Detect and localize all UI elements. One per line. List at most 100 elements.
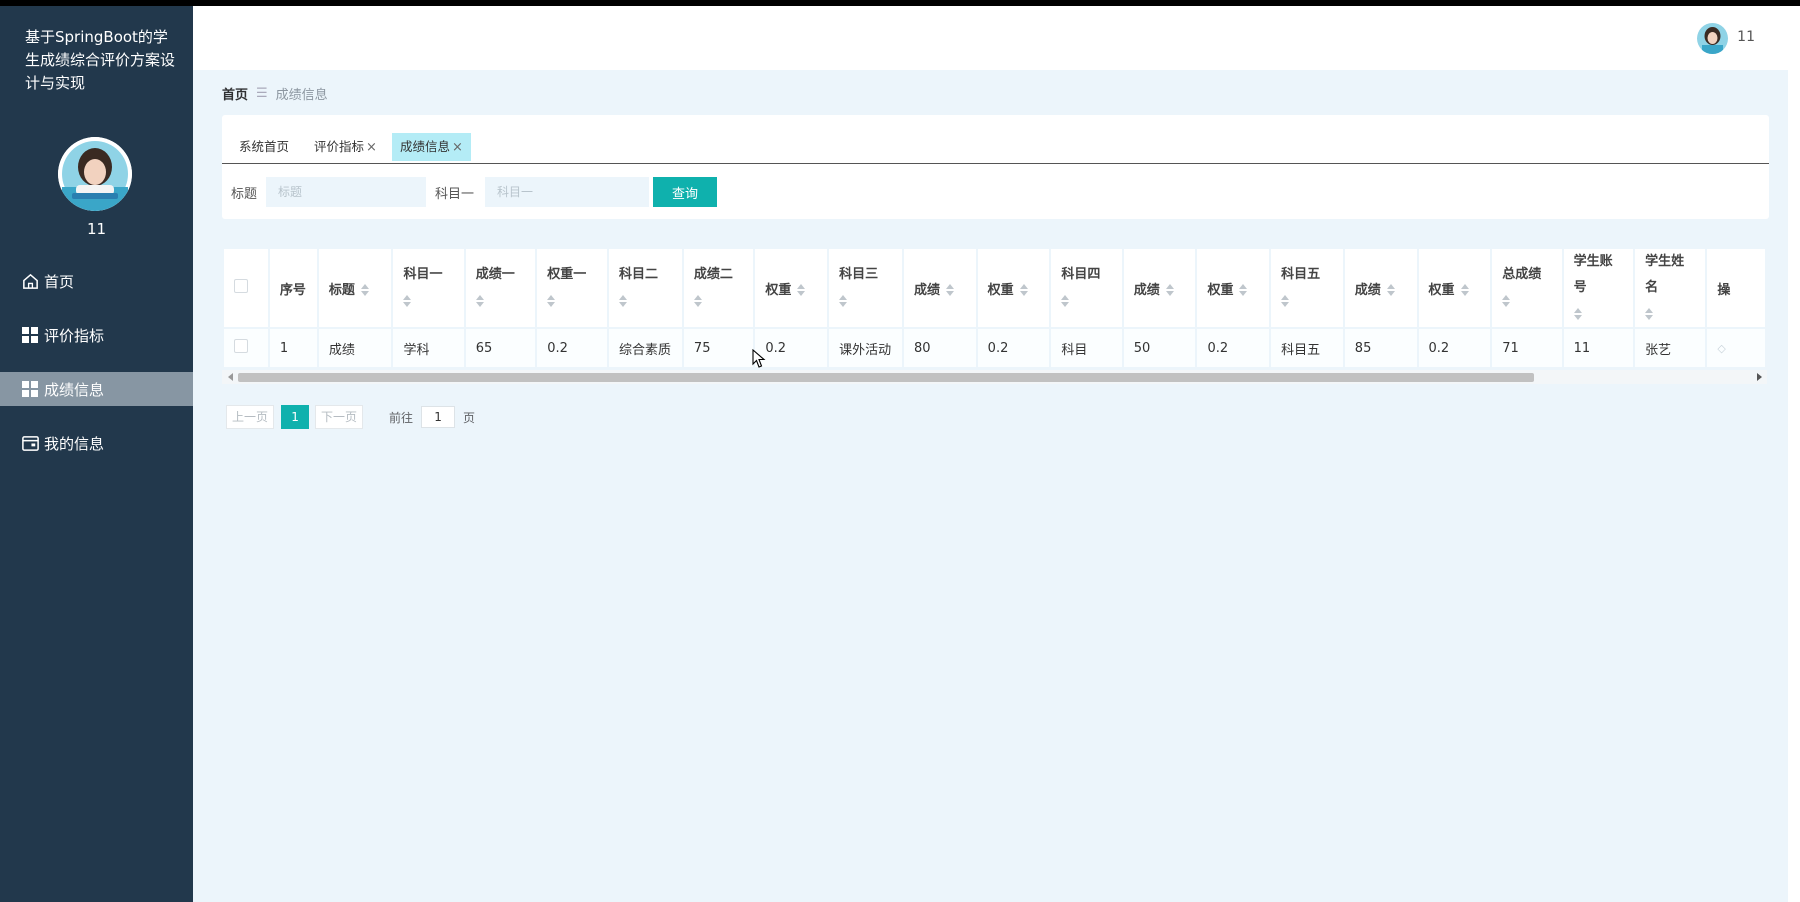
- column-header-label: 权重: [987, 282, 1014, 298]
- column-header[interactable]: 成绩: [1123, 249, 1196, 327]
- scroll-left-icon[interactable]: [228, 373, 233, 381]
- sort-icon[interactable]: [1281, 294, 1290, 307]
- sidebar-item-label: 评价指标: [44, 326, 105, 345]
- column-header[interactable]: 总成绩: [1492, 249, 1562, 327]
- sort-icon[interactable]: [1061, 294, 1070, 307]
- sort-icon[interactable]: [619, 294, 628, 307]
- column-header[interactable]: 权重: [1418, 249, 1491, 327]
- tab-system-home[interactable]: 系统首页: [231, 133, 297, 161]
- scrollbar-thumb[interactable]: [238, 373, 1534, 382]
- column-header-label: 权重: [1207, 282, 1234, 298]
- subject1-input[interactable]: [485, 177, 649, 207]
- scroll-right-icon[interactable]: [1757, 373, 1762, 381]
- sort-icon[interactable]: [1573, 307, 1582, 320]
- title-input[interactable]: [266, 177, 426, 207]
- grades-table: 序号 标题 科目一 成绩一 权重一 科目二 成绩二 权重 科目三 成绩 权重 科…: [222, 249, 1767, 367]
- table-cell: 85: [1344, 327, 1417, 367]
- column-header-label: 学生账号: [1573, 254, 1613, 295]
- column-header[interactable]: 成绩: [1344, 249, 1417, 327]
- sort-icon[interactable]: [797, 284, 806, 296]
- column-header-label: 科目一: [403, 267, 443, 282]
- table-cell: 课外活动: [829, 327, 902, 367]
- search-row: 标题 科目一 查询: [222, 177, 1769, 207]
- breadcrumb-home[interactable]: 首页: [222, 84, 248, 103]
- sidebar-item-evaluation[interactable]: 评价指标: [0, 318, 193, 352]
- column-header[interactable]: 成绩一: [465, 249, 536, 327]
- action-icon[interactable]: ◇: [1717, 342, 1725, 355]
- table-cell: 80: [903, 327, 976, 367]
- tab-grades[interactable]: 成绩信息 ×: [392, 133, 471, 161]
- next-page-button[interactable]: 下一页: [315, 405, 364, 429]
- close-icon[interactable]: ×: [452, 140, 463, 155]
- sort-icon[interactable]: [475, 294, 484, 307]
- sort-icon[interactable]: [1460, 284, 1469, 296]
- column-header[interactable]: 权重: [1197, 249, 1270, 327]
- column-header-label: 成绩: [913, 282, 940, 298]
- title-label: 标题: [231, 187, 258, 202]
- column-header[interactable]: 权重一: [537, 249, 608, 327]
- sort-icon[interactable]: [403, 294, 412, 307]
- sidebar-menu: 首页 评价指标 成绩信息 我的信息: [0, 264, 193, 480]
- sort-icon[interactable]: [1386, 284, 1395, 296]
- sort-icon[interactable]: [1645, 307, 1654, 320]
- close-icon[interactable]: ×: [366, 140, 377, 155]
- sort-icon[interactable]: [360, 284, 369, 296]
- table-row[interactable]: 1 成绩 学科 65 0.2 综合素质 75 0.2 课外活动 80 0.2 科…: [224, 327, 1765, 367]
- table-cell: 学科: [393, 327, 464, 367]
- column-header[interactable]: 标题: [318, 249, 392, 327]
- mouse-cursor-icon: [752, 348, 766, 373]
- top-username[interactable]: 11: [1737, 29, 1755, 45]
- column-header[interactable]: 权重: [977, 249, 1050, 327]
- column-header-label: 科目二: [619, 267, 659, 282]
- prev-page-button[interactable]: 上一页: [226, 405, 275, 429]
- page-scrollbar[interactable]: [1788, 6, 1800, 902]
- table-cell: 成绩: [318, 327, 392, 367]
- page-unit-label: 页: [463, 410, 476, 425]
- row-select-cell: [224, 327, 268, 367]
- column-header[interactable]: 科目三: [829, 249, 902, 327]
- goto-page-input[interactable]: 1: [421, 406, 456, 428]
- column-header[interactable]: 科目二: [609, 249, 682, 327]
- select-all-checkbox[interactable]: [234, 279, 248, 293]
- user-avatar[interactable]: [1697, 23, 1728, 54]
- row-checkbox[interactable]: [234, 339, 248, 353]
- sort-icon[interactable]: [1019, 284, 1028, 296]
- sort-icon[interactable]: [839, 294, 848, 307]
- sort-icon[interactable]: [547, 294, 556, 307]
- column-header: 序号: [269, 249, 317, 327]
- column-header[interactable]: 成绩二: [683, 249, 754, 327]
- sidebar-item-my-info[interactable]: 我的信息: [0, 426, 193, 460]
- sort-icon[interactable]: [1502, 294, 1511, 307]
- column-header[interactable]: 科目五: [1271, 249, 1343, 327]
- sidebar-item-home[interactable]: 首页: [0, 264, 193, 298]
- column-header[interactable]: 科目一: [393, 249, 464, 327]
- sort-icon[interactable]: [945, 284, 954, 296]
- home-icon: [20, 271, 40, 291]
- grades-table-container: 序号 标题 科目一 成绩一 权重一 科目二 成绩二 权重 科目三 成绩 权重 科…: [222, 249, 1767, 384]
- column-header-label: 成绩: [1133, 282, 1160, 298]
- column-header-label: 成绩一: [475, 267, 515, 282]
- table-cell: 科目五: [1271, 327, 1343, 367]
- avatar[interactable]: [58, 137, 132, 211]
- top-bar: 11: [193, 6, 1800, 70]
- column-header[interactable]: 学生账号: [1563, 249, 1634, 327]
- sort-icon[interactable]: [1239, 284, 1248, 296]
- pagination: 上一页 1 下一页 前往 1 页: [226, 405, 475, 429]
- tab-label: 评价指标: [314, 139, 365, 154]
- table-scrollbar[interactable]: [222, 370, 1767, 384]
- sort-icon[interactable]: [1165, 284, 1174, 296]
- column-header[interactable]: 成绩: [903, 249, 976, 327]
- query-button[interactable]: 查询: [653, 177, 717, 207]
- action-cell[interactable]: ◇: [1707, 327, 1765, 367]
- sort-icon[interactable]: [693, 294, 702, 307]
- table-cell: 科目: [1051, 327, 1122, 367]
- table-cell: 1: [269, 327, 317, 367]
- tab-evaluation[interactable]: 评价指标 ×: [306, 133, 385, 161]
- sidebar-item-label: 成绩信息: [44, 380, 105, 399]
- column-header[interactable]: 学生姓名: [1635, 249, 1706, 327]
- wallet-icon: [20, 433, 40, 453]
- page-number-current[interactable]: 1: [281, 405, 310, 429]
- sidebar-item-grades[interactable]: 成绩信息: [0, 372, 193, 406]
- column-header[interactable]: 科目四: [1051, 249, 1122, 327]
- column-header[interactable]: 权重: [755, 249, 828, 327]
